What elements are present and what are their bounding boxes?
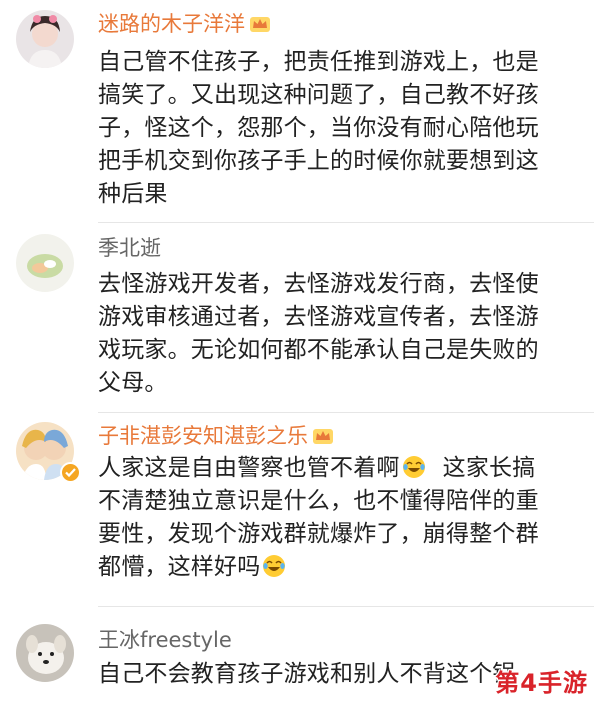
avatar[interactable] <box>16 624 74 682</box>
username[interactable]: 王冰freestyle <box>98 626 232 654</box>
verified-badge-icon <box>60 462 81 483</box>
divider <box>98 606 594 607</box>
vip-crown-icon <box>249 15 271 33</box>
vip-crown-icon <box>312 427 334 445</box>
username[interactable]: 子非湛彭安知湛彭之乐 <box>98 422 334 450</box>
watermark-logo: 第4手游 <box>495 669 588 697</box>
comment-text: 自己管不住孩子，把责任推到游戏上，也是 搞笑了。又出现这种问题了，自己教不好孩 … <box>98 49 539 207</box>
comment-text: 人家这是自由警察也管不着啊 这家长搞 不清楚独立意识是什么，也不懂得陪伴的重 要… <box>98 455 539 580</box>
username[interactable]: 季北逝 <box>98 234 161 262</box>
comment-text: 去怪游戏开发者，去怪游戏发行商，去怪使 游戏审核通过者，去怪游戏宣传者，去怪游 … <box>98 271 539 396</box>
avatar[interactable] <box>16 10 74 68</box>
avatar[interactable] <box>16 234 74 292</box>
laughing-crying-emoji-icon <box>402 455 426 479</box>
username[interactable]: 迷路的木子洋洋 <box>98 10 271 38</box>
divider <box>98 412 594 413</box>
laughing-crying-emoji-icon <box>262 554 286 578</box>
divider <box>98 222 594 223</box>
